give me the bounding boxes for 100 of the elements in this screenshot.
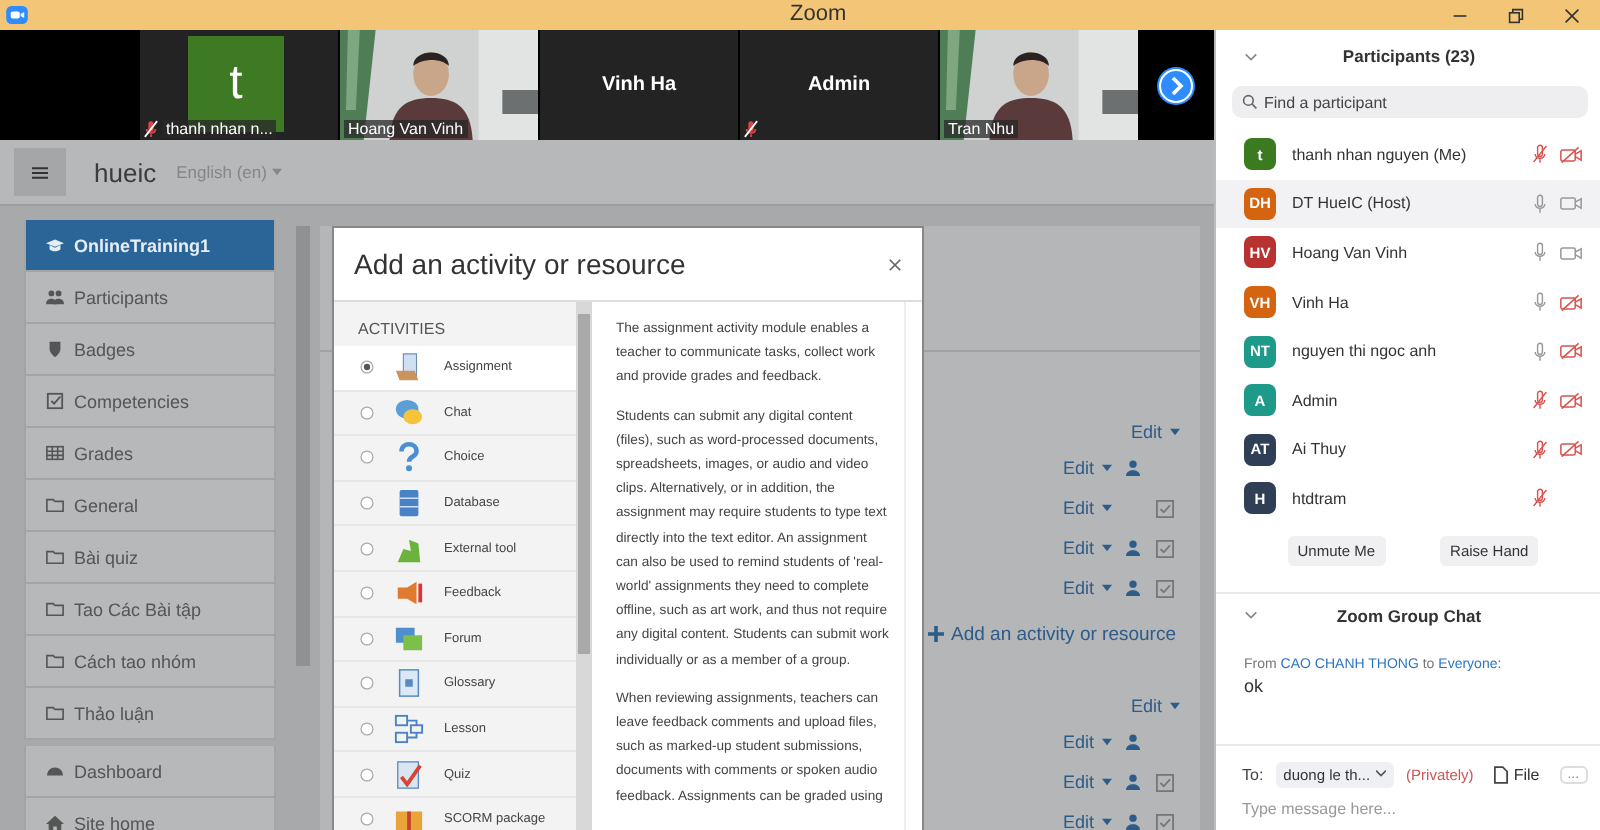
close-icon[interactable] <box>1564 7 1580 23</box>
muted-mic-icon <box>744 120 758 138</box>
mic-icon[interactable] <box>1532 193 1548 214</box>
camera-off-icon[interactable] <box>1560 342 1582 361</box>
book-icon <box>394 668 424 699</box>
menu-icon <box>32 165 48 179</box>
nav-item[interactable]: Competencies <box>24 376 276 428</box>
completion-checkbox-icon[interactable] <box>1155 539 1173 557</box>
checkbox-icon <box>46 392 64 410</box>
nav-item[interactable]: Bài quiz <box>24 532 276 584</box>
users-icon <box>46 288 64 306</box>
nav-item[interactable]: Thảo luận <box>24 688 276 740</box>
site-name[interactable]: hueic <box>94 157 157 187</box>
video-tile[interactable]: Tran Nhu <box>940 30 1138 140</box>
file-icon <box>1493 765 1508 784</box>
radio-button[interactable] <box>360 722 374 737</box>
folder-icon <box>46 704 64 722</box>
collapse-icon[interactable] <box>1244 610 1258 621</box>
graduation-cap-icon <box>46 236 64 254</box>
table-icon <box>46 444 64 462</box>
camera-off-icon[interactable] <box>1560 145 1582 164</box>
folder-icon <box>46 652 64 670</box>
caret-icon <box>1102 464 1112 472</box>
video-tile[interactable]: Vinh Ha <box>540 30 738 140</box>
camera-off-icon[interactable] <box>1560 293 1582 312</box>
nav-item[interactable]: Tao Các Bài tập <box>24 584 276 636</box>
participant-name: Tran Nhu <box>944 120 1019 138</box>
caret-icon <box>1376 770 1387 779</box>
search-field[interactable]: Find a participant <box>1232 86 1588 118</box>
caret-icon <box>1170 702 1180 710</box>
radio-button[interactable] <box>360 405 374 420</box>
folder-icon <box>46 496 64 514</box>
nav-item[interactable]: Site home <box>24 798 276 830</box>
caret-icon <box>1102 504 1112 512</box>
camera-off-icon[interactable] <box>1560 440 1582 459</box>
muted-mic-icon[interactable] <box>1532 390 1548 411</box>
scrollbar[interactable] <box>296 226 310 666</box>
camera-icon[interactable] <box>1560 194 1582 213</box>
nav-item[interactable]: OnlineTraining1 <box>24 220 276 272</box>
folder-icon <box>46 548 64 566</box>
nav-item[interactable]: Cách tao nhóm <box>24 636 276 688</box>
home-icon <box>46 814 64 830</box>
caret-icon <box>1102 544 1112 552</box>
completion-checkbox-icon[interactable] <box>1155 773 1173 791</box>
radio-button[interactable] <box>360 360 374 375</box>
video-tile[interactable]: t thanh nhan n... <box>140 30 338 140</box>
participant-name: nguyen thi ngoc anh <box>1292 342 1437 361</box>
nav-item[interactable]: Participants <box>24 272 276 324</box>
mic-icon[interactable] <box>1532 292 1548 313</box>
mic-icon[interactable] <box>1532 341 1548 362</box>
participant-name: thanh nhan n... <box>162 120 277 138</box>
participant-name: Admin <box>807 74 871 96</box>
completion-checkbox-icon[interactable] <box>1155 499 1173 517</box>
restore-icon[interactable] <box>1508 7 1524 23</box>
radio-button[interactable] <box>360 586 374 601</box>
radio-button[interactable] <box>360 767 374 782</box>
radio-button[interactable] <box>360 676 374 691</box>
nav-item[interactable]: General <box>24 480 276 532</box>
camera-off-icon[interactable] <box>1560 391 1582 410</box>
caret-icon <box>1102 818 1112 826</box>
completion-checkbox-icon[interactable] <box>1155 813 1173 830</box>
camera-icon[interactable] <box>1560 243 1582 262</box>
completion-checkbox-icon[interactable] <box>1155 579 1173 597</box>
radio-button[interactable] <box>360 631 374 646</box>
plus-icon <box>927 626 944 642</box>
shield-icon <box>46 340 64 358</box>
nav-item[interactable]: Grades <box>24 428 276 480</box>
app-logo-icon <box>6 6 28 24</box>
flowchart-icon <box>394 714 424 745</box>
participant-name: DT HueIC (Host) <box>1292 194 1411 213</box>
caret-icon <box>1102 738 1112 746</box>
participant-name: thanh nhan nguyen (Me) <box>1292 145 1467 164</box>
muted-mic-icon <box>144 120 158 138</box>
video-tile[interactable]: Admin <box>740 30 938 140</box>
radio-button[interactable] <box>360 496 374 511</box>
video-tile[interactable]: Hoang Van Vinh <box>340 30 538 140</box>
megaphone-icon <box>394 578 424 609</box>
radio-button[interactable] <box>360 812 374 827</box>
scrollbar[interactable] <box>576 302 592 830</box>
caret-icon <box>272 168 283 176</box>
nav-item[interactable]: Badges <box>24 324 276 376</box>
panel-title: Zoom Group Chat <box>1336 605 1482 626</box>
collapse-icon[interactable] <box>1244 51 1258 61</box>
file-button[interactable]: File <box>1493 765 1540 784</box>
caret-icon <box>1170 428 1180 436</box>
radio-button[interactable] <box>360 450 374 465</box>
muted-mic-icon[interactable] <box>1532 439 1548 460</box>
database-icon <box>394 488 424 519</box>
menu-button[interactable] <box>14 148 66 196</box>
dialog-title: Add an activity or resource <box>354 248 686 280</box>
muted-mic-icon[interactable] <box>1532 144 1548 165</box>
participant-name: Admin <box>1292 391 1338 410</box>
next-page-icon[interactable] <box>1156 65 1196 105</box>
mic-icon[interactable] <box>1532 242 1548 263</box>
nav-item[interactable]: Dashboard <box>24 746 276 798</box>
participant-name: Ai Thuy <box>1292 440 1346 459</box>
muted-mic-icon[interactable] <box>1532 488 1548 509</box>
radio-button[interactable] <box>360 541 374 556</box>
close-icon[interactable] <box>888 257 902 271</box>
participant-name: Vinh Ha <box>1292 293 1349 312</box>
